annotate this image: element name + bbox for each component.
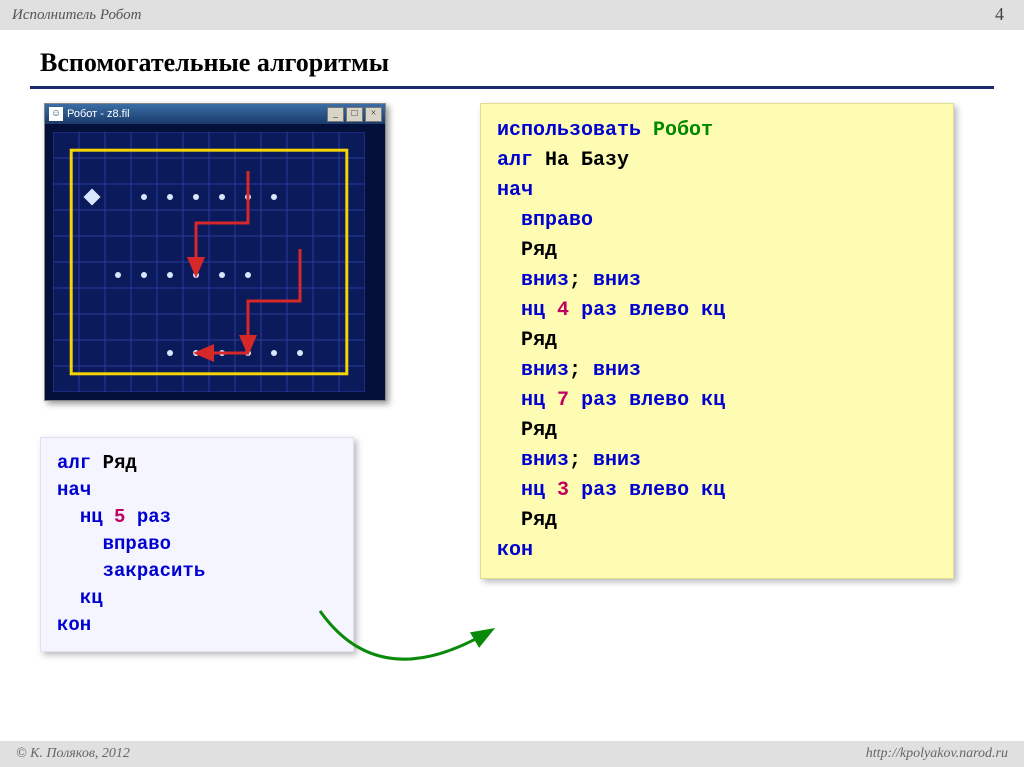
footer-url: http://kpolyakov.narod.ru: [866, 746, 1008, 762]
robot-app-icon: ☺: [49, 107, 63, 121]
minimize-button[interactable]: _: [327, 107, 344, 122]
subject-label: Исполнитель Робот: [12, 7, 141, 24]
slide-footer: © К. Поляков, 2012 http://kpolyakov.naro…: [0, 741, 1024, 767]
slide-title: Вспомогательные алгоритмы: [40, 48, 1024, 78]
title-underline: [30, 86, 994, 89]
window-title: Робот - z8.fil: [67, 108, 130, 120]
robot-field: [45, 124, 385, 400]
window-buttons: _ □ ×: [327, 107, 382, 122]
window-titlebar[interactable]: ☺ Робот - z8.fil _ □ ×: [45, 104, 385, 124]
maximize-button[interactable]: □: [346, 107, 363, 122]
content-area: ☺ Робот - z8.fil _ □ × алг Ряднач нц 5 р…: [0, 103, 1024, 652]
page-number: 4: [995, 4, 1004, 25]
robot-window: ☺ Робот - z8.fil _ □ ×: [44, 103, 386, 401]
left-column: ☺ Робот - z8.fil _ □ × алг Ряднач нц 5 р…: [30, 103, 430, 652]
right-column: использовать Роботалг На Базунач вправо …: [430, 103, 994, 652]
robot-grid-svg: [53, 132, 365, 392]
sub-algorithm-code: алг Ряднач нц 5 раз вправо закрасить кцк…: [40, 437, 354, 652]
main-algorithm-code: использовать Роботалг На Базунач вправо …: [480, 103, 954, 579]
slide-header: Исполнитель Робот: [0, 0, 1024, 30]
copyright: © К. Поляков, 2012: [16, 746, 130, 762]
close-button[interactable]: ×: [365, 107, 382, 122]
